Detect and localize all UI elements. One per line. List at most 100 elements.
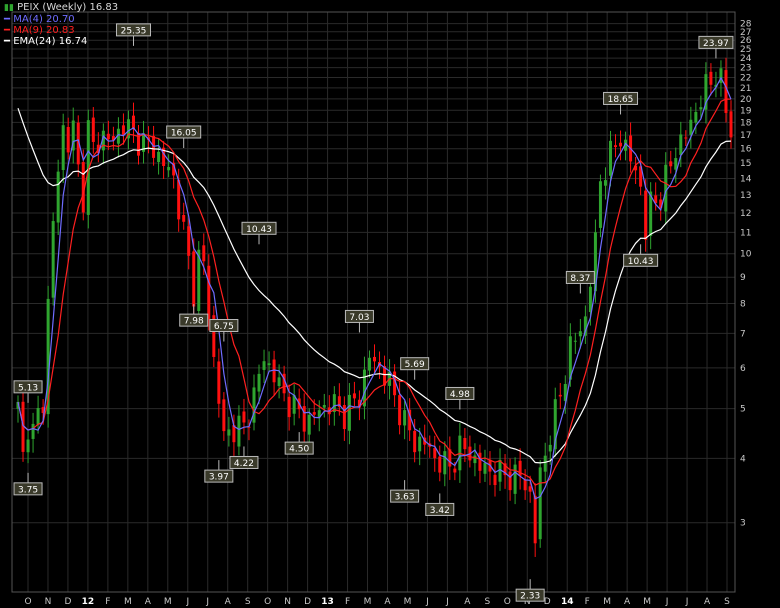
candle-body [272, 359, 276, 383]
x-tick-label: F [105, 597, 110, 607]
y-tick-label: 10 [740, 250, 752, 260]
candle-body [418, 436, 422, 452]
annotation-label: 3.97 [209, 473, 229, 483]
candle-body [307, 414, 311, 435]
x-tick-label: 14 [561, 597, 574, 607]
candle-body [367, 357, 371, 371]
annotation-label: 7.98 [184, 317, 204, 327]
x-tick-label: S [724, 597, 730, 607]
y-tick-label: 18 [740, 118, 752, 128]
x-tick-label: F [345, 597, 350, 607]
candle-body [373, 356, 376, 362]
candle-body [207, 265, 211, 320]
candle-body [56, 171, 60, 223]
x-tick-label: J [205, 597, 209, 607]
y-tick-label: 24 [740, 54, 752, 64]
y-tick-label: 17 [740, 131, 751, 141]
candle-body [217, 361, 221, 404]
annotation-label: 23.97 [703, 39, 729, 49]
candle-body [61, 125, 65, 171]
y-tick-label: 15 [740, 159, 751, 169]
candle-body [443, 451, 447, 475]
candle-body [558, 394, 562, 397]
candle-body [31, 423, 35, 439]
candle-body [438, 456, 442, 473]
candle-body [413, 430, 417, 453]
x-tick-label: O [504, 597, 511, 607]
annotation-label: 8.37 [570, 274, 590, 284]
candle-body [26, 439, 30, 453]
legend-ma4-label: MA(4) 20.70 [13, 14, 75, 25]
x-tick-label: M [643, 597, 651, 607]
candle-body [694, 111, 698, 123]
candle-body [322, 404, 326, 408]
annotation-label: 6.75 [214, 322, 234, 332]
x-tick-label: A [145, 597, 152, 607]
candle-body [508, 471, 512, 491]
ma9-line-icon: ━ [4, 25, 11, 36]
candlestick-chart: 3 4 5 6 7 8 9 10 11 12 13 14 15 16 17 18 19202122232425 2… [0, 0, 780, 608]
x-tick-label: A [464, 597, 471, 607]
x-tick-label: M [164, 597, 172, 607]
candle-body [157, 151, 161, 163]
candle-body [478, 452, 482, 471]
x-tick-label: N [284, 597, 291, 607]
y-tick-label: 6 [740, 364, 746, 374]
candle-body [433, 448, 437, 459]
candle-body [473, 455, 477, 464]
y-tick-label: 28 [740, 20, 752, 30]
y-tick-label: 23 [740, 64, 751, 74]
candle-body [619, 142, 623, 147]
candle-body [513, 464, 517, 494]
candle-body [729, 111, 733, 138]
annotation-label: 4.50 [289, 445, 309, 455]
candle-body [131, 115, 135, 130]
annotation-label: 4.22 [234, 459, 254, 469]
annotation-label: 2.33 [520, 592, 540, 602]
x-tick-label: 13 [321, 597, 334, 607]
candle-body [182, 215, 186, 222]
candle-body [177, 179, 181, 220]
x-tick-label: J [185, 597, 189, 607]
candle-body [277, 377, 281, 387]
y-tick-label: 3 [740, 519, 746, 529]
candle-body [227, 429, 231, 436]
candle-body [66, 127, 70, 153]
x-tick-label: 12 [82, 597, 95, 607]
ema24-line-icon: ━ [4, 36, 11, 47]
candle-body [202, 245, 206, 262]
candle-body [237, 415, 241, 447]
candle-body [644, 190, 648, 240]
candle-body [689, 119, 693, 135]
annotation-label: 10.43 [246, 225, 272, 235]
annotation-label: 10.43 [628, 257, 654, 267]
annotation-label: 5.13 [18, 383, 38, 393]
candle-body [523, 479, 527, 491]
y-tick-label: 25 [740, 45, 751, 55]
y-tick-label: 20 [740, 95, 752, 105]
annotation-label: 3.75 [18, 485, 38, 495]
y-tick-label: 4 [740, 454, 746, 464]
candle-body [187, 226, 191, 256]
candle-body [669, 161, 673, 167]
x-tick-label: A [624, 597, 631, 607]
x-tick-label: A [225, 597, 232, 607]
candle-body [51, 221, 55, 298]
legend-item-ma4: ━ MA(4) 20.70 [4, 14, 118, 25]
candle-body [453, 468, 457, 473]
annotation-label: 25.35 [121, 26, 147, 36]
x-tick-label: A [704, 597, 711, 607]
x-tick-label: S [245, 597, 251, 607]
candle-body [528, 486, 532, 492]
candle-body [679, 134, 683, 155]
candle-body [352, 393, 356, 399]
y-tick-label: 21 [740, 84, 751, 94]
legend-item-ema24: ━ EMA(24) 16.74 [4, 36, 118, 47]
candle-body [573, 340, 577, 342]
y-tick-label: 13 [740, 191, 751, 201]
annotation-label: 4.98 [450, 390, 470, 400]
candle-body [493, 474, 497, 486]
x-tick-label: A [384, 597, 391, 607]
legend-item-price: ▮▮ PEIX (Weekly) 16.83 [4, 2, 118, 14]
candle-body [533, 495, 537, 544]
